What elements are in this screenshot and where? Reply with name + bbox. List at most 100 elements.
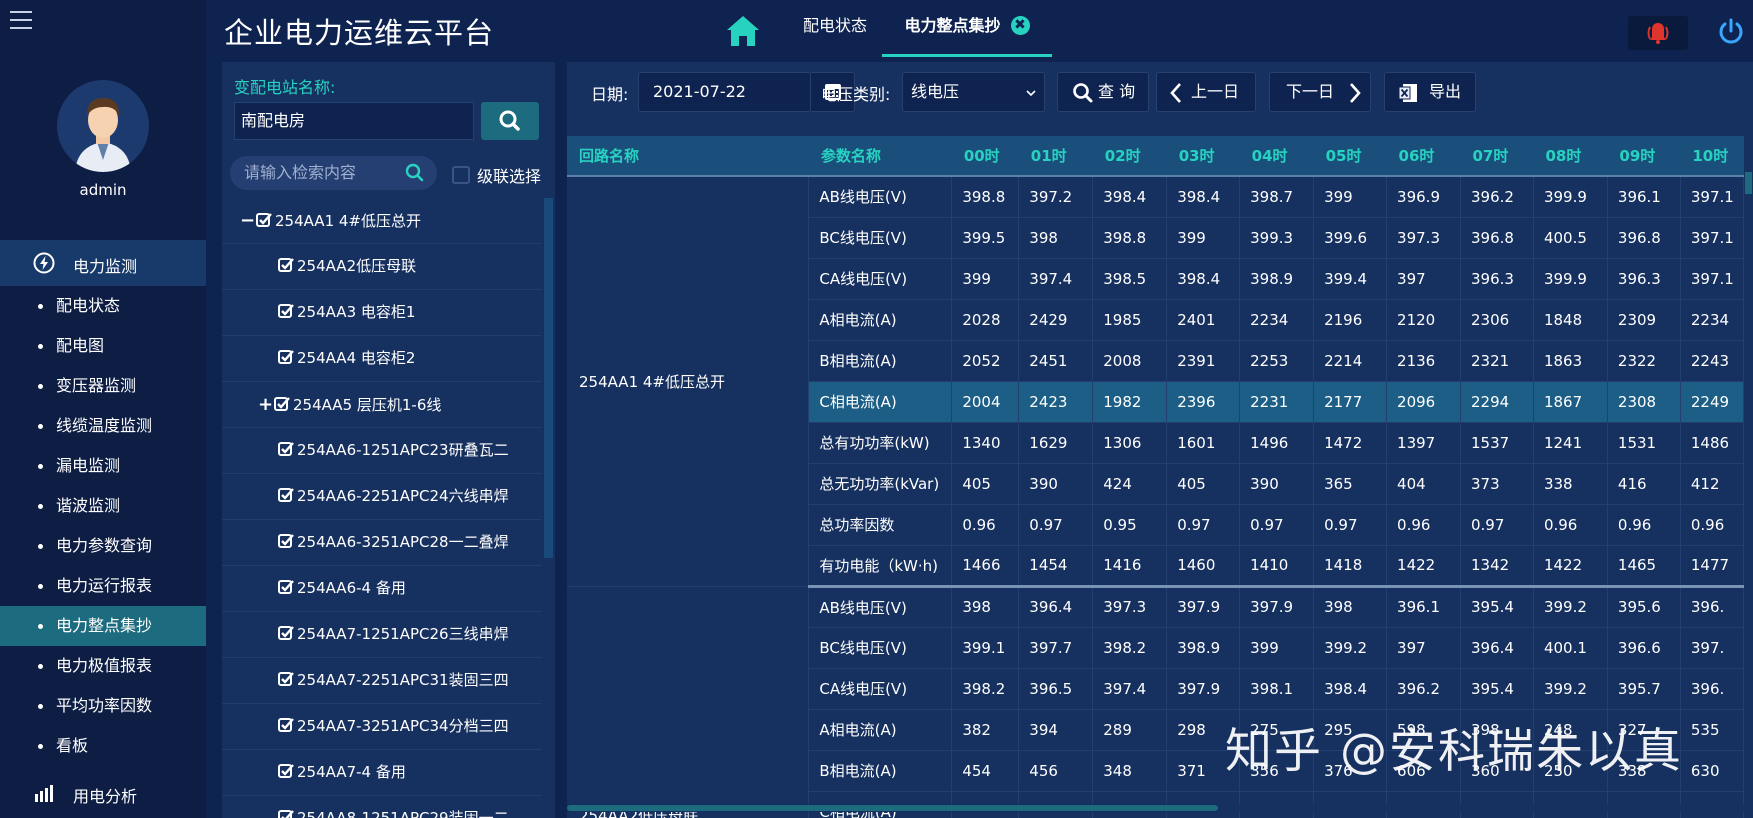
checkbox-checked-icon[interactable] — [278, 303, 297, 321]
tree-node[interactable]: 254AA6-3251APC28一二叠焊 — [222, 520, 542, 566]
loop-name-cell: 254AA2低压母联 — [567, 586, 810, 818]
sidebar-item[interactable]: 平均功率因数 — [0, 686, 206, 726]
column-header[interactable]: 04时 — [1239, 136, 1314, 177]
checkbox-checked-icon[interactable] — [278, 671, 297, 689]
checkbox-checked-icon[interactable] — [278, 717, 297, 735]
value-cell: 398 — [951, 586, 1020, 628]
collapse-icon[interactable]: − — [240, 198, 256, 243]
checkbox-checked-icon[interactable] — [278, 349, 297, 367]
table-vertical-scrollbar[interactable] — [1744, 136, 1753, 818]
sidebar-item[interactable]: 看板 — [0, 726, 206, 766]
column-header[interactable]: 03时 — [1166, 136, 1240, 177]
prev-day-button[interactable]: 上一日 — [1156, 72, 1256, 112]
checkbox-checked-icon[interactable] — [256, 212, 275, 230]
tab-label: 电力整点集抄 — [904, 16, 1001, 35]
date-input[interactable]: 2021-07-22 — [638, 72, 811, 112]
station-name-input[interactable]: 南配电房 — [234, 102, 474, 140]
query-button[interactable]: 查 询 — [1057, 72, 1149, 112]
menu-group-usage-analysis[interactable]: 用电分析 — [0, 768, 206, 818]
tab-power-status[interactable]: 配电状态 — [789, 0, 881, 57]
param-name-cell: 总有功功率(kW) — [808, 422, 953, 464]
voltage-type-select[interactable]: 线电压 — [902, 72, 1045, 112]
sidebar-item[interactable]: 漏电监测 — [0, 446, 206, 486]
value-cell: 399.2 — [1533, 668, 1608, 710]
checkbox-checked-icon[interactable] — [278, 487, 297, 505]
menu-icon[interactable] — [10, 10, 32, 30]
value-cell: 397 — [1386, 258, 1461, 300]
tree-node[interactable]: 254AA7-2251APC31装固三四 — [222, 658, 542, 704]
sidebar-item[interactable]: 电力极值报表 — [0, 646, 206, 686]
column-header[interactable]: 01时 — [1018, 136, 1093, 177]
tree-node[interactable]: 254AA2低压母联 — [222, 244, 542, 290]
tree-node[interactable]: 254AA7-1251APC26三线串焊 — [222, 612, 542, 658]
sidebar-item[interactable]: 电力运行报表 — [0, 566, 206, 606]
tree-node[interactable]: 254AA3 电容柜1 — [222, 290, 542, 336]
tree-node[interactable]: 254AA4 电容柜2 — [222, 336, 542, 382]
bar-chart-icon — [35, 785, 53, 802]
search-icon[interactable] — [405, 163, 425, 183]
tree-node[interactable]: 254AA7-4 备用 — [222, 750, 542, 796]
value-cell: 398.4 — [1166, 176, 1241, 218]
sidebar-item[interactable]: 变压器监测 — [0, 366, 206, 406]
cascade-checkbox[interactable] — [452, 166, 470, 184]
sidebar-item[interactable]: 配电状态 — [0, 286, 206, 326]
alarm-button[interactable] — [1628, 16, 1688, 50]
tree-filter-row: 请输入检索内容 级联选择 — [222, 148, 555, 198]
column-header[interactable]: 参数名称 — [808, 136, 952, 177]
tree-node-label: 254AA3 电容柜1 — [297, 303, 416, 321]
close-icon[interactable]: ✖ — [1010, 16, 1030, 35]
station-search-button[interactable] — [481, 102, 539, 140]
column-header[interactable]: 06时 — [1386, 136, 1461, 177]
table-row[interactable]: 254AA2低压母联 AB线电压(V) 398 396.4 397.3 397.9 397.… — [567, 586, 1744, 818]
scrollbar-thumb[interactable] — [567, 805, 1218, 811]
tree-node-label: 254AA7-2251APC31装固三四 — [297, 671, 509, 689]
avatar[interactable] — [57, 80, 149, 172]
column-header[interactable]: 07时 — [1460, 136, 1534, 177]
checkbox-checked-icon[interactable] — [278, 763, 297, 781]
sidebar-item[interactable]: 电力整点集抄 — [0, 606, 206, 646]
next-day-button[interactable]: 下一日 — [1269, 72, 1371, 112]
tree-node[interactable]: 254AA8-1251APC29装固一二 — [222, 796, 542, 818]
tab-label: 配电状态 — [802, 16, 867, 35]
tree-node[interactable]: − 254AA1 4#低压总开 — [222, 198, 542, 244]
tree-node[interactable]: +254AA5 层压机1-6线 — [222, 382, 542, 428]
sidebar-item[interactable]: 线缆温度监测 — [0, 406, 206, 446]
column-header[interactable]: 02时 — [1092, 136, 1167, 177]
home-icon[interactable] — [726, 14, 760, 48]
scrollbar-thumb[interactable] — [1745, 172, 1752, 194]
column-header[interactable]: 05时 — [1313, 136, 1387, 177]
expand-icon[interactable]: + — [258, 382, 274, 427]
checkbox-checked-icon[interactable] — [278, 441, 297, 459]
checkbox-checked-icon[interactable] — [278, 257, 297, 275]
column-header[interactable]: 10时 — [1680, 136, 1744, 177]
sidebar-item[interactable]: 电力参数查询 — [0, 526, 206, 566]
checkbox-checked-icon[interactable] — [274, 396, 293, 414]
value-cell: 395.6 — [1607, 586, 1681, 628]
column-header[interactable]: 00时 — [951, 136, 1019, 177]
checkbox-checked-icon[interactable] — [278, 625, 297, 643]
value-cell: 1848 — [1533, 299, 1608, 341]
column-header[interactable]: 09时 — [1607, 136, 1681, 177]
column-header[interactable]: 08时 — [1533, 136, 1608, 177]
tree-node[interactable]: 254AA7-3251APC34分档三四 — [222, 704, 542, 750]
tree-node[interactable]: 254AA6-1251APC23研叠瓦二 — [222, 428, 542, 474]
sidebar-item[interactable]: 配电图 — [0, 326, 206, 366]
table-horizontal-scrollbar[interactable] — [567, 804, 1744, 812]
tab-hourly-reading[interactable]: 电力整点集抄 ✖ — [882, 0, 1052, 57]
sidebar-item-label: 看板 — [56, 736, 89, 755]
export-button[interactable]: 导出 — [1384, 72, 1476, 112]
checkbox-checked-icon[interactable] — [278, 533, 297, 551]
tree-node[interactable]: 254AA6-4 备用 — [222, 566, 542, 612]
sidebar-item-label: 电力参数查询 — [56, 536, 153, 555]
menu-group-power-monitor[interactable]: 电力监测 — [0, 240, 206, 286]
sidebar-item-label: 电力极值报表 — [56, 656, 153, 675]
username: admin — [79, 181, 127, 199]
power-icon[interactable] — [1716, 17, 1746, 47]
tree-node[interactable]: 254AA6-2251APC24六线串焊 — [222, 474, 542, 520]
sidebar-item[interactable]: 谐波监测 — [0, 486, 206, 526]
column-header[interactable]: 回路名称 — [567, 136, 809, 177]
checkbox-checked-icon[interactable] — [278, 579, 297, 597]
table-row[interactable]: 254AA1 4#低压总开 AB线电压(V) 398.8 397.2 398.4 398.… — [567, 176, 1744, 587]
checkbox-checked-icon[interactable] — [278, 809, 297, 818]
tree-scrollbar[interactable] — [544, 198, 553, 558]
